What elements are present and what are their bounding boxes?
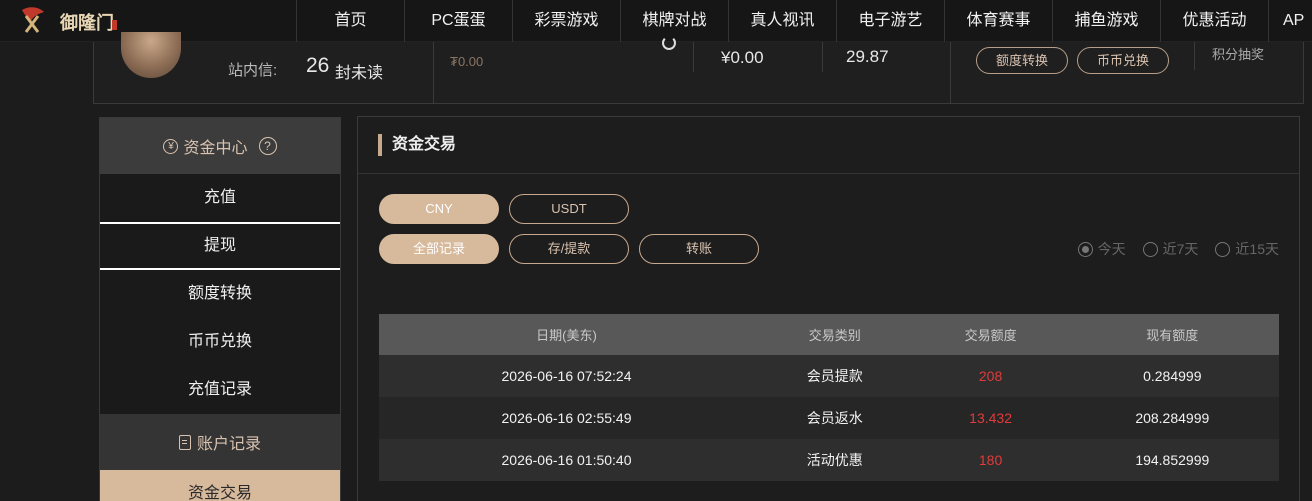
- sidebar-group-funds: ¥ 资金中心 ?: [100, 118, 340, 174]
- cell-balance: 0.284999: [1065, 355, 1279, 397]
- nav-item-app[interactable]: AP: [1268, 0, 1312, 42]
- range-label: 近15天: [1235, 241, 1279, 257]
- transactions-table: 日期(美东) 交易类别 交易额度 现有额度 2026-06-16 07:52:2…: [379, 314, 1279, 481]
- nav-item-slots[interactable]: 电子游艺: [836, 0, 944, 42]
- points-lottery-link[interactable]: 积分抽奖: [1212, 44, 1264, 63]
- radio-icon: [1077, 241, 1093, 257]
- yen-circle-icon: ¥: [163, 138, 179, 154]
- range-15-days[interactable]: 近15天: [1215, 239, 1279, 259]
- table-header-row: 日期(美东) 交易类别 交易额度 现有额度: [379, 314, 1279, 355]
- cell-type: 活动优惠: [754, 439, 916, 481]
- radio-icon: [1142, 241, 1158, 257]
- table-row: 2026-06-16 01:50:40 活动优惠 180 194.852999: [379, 439, 1279, 481]
- divider: [950, 42, 951, 103]
- tab-all-records[interactable]: 全部记录: [379, 234, 499, 264]
- cell-amount: 208: [915, 355, 1066, 397]
- divider: [358, 173, 1299, 174]
- nav-item-home[interactable]: 首页: [296, 0, 404, 42]
- cell-amount: 13.432: [915, 397, 1066, 439]
- wallet-balance: ¥0.00: [721, 48, 764, 67]
- column-header-type: 交易类别: [754, 314, 916, 355]
- date-range-selector: 今天 近7天 近15天: [1077, 239, 1279, 259]
- sidebar-item-withdraw[interactable]: 提现: [100, 222, 340, 270]
- column-header-date: 日期(美东): [379, 314, 755, 355]
- sidebar-item-currency-exchange[interactable]: 币币兑换: [100, 318, 340, 366]
- sidebar-item-deposit[interactable]: 充值: [100, 174, 340, 222]
- table-row: 2026-06-16 07:52:24 会员提款 208 0.284999: [379, 355, 1279, 397]
- sidebar: ¥ 资金中心 ? 充值 提现 额度转换 币币兑换 充值记录 账户记录 资金交易: [99, 117, 341, 501]
- unread-message-unit: 封未读: [335, 65, 384, 82]
- range-label: 今天: [1097, 241, 1126, 257]
- sidebar-item-deposit-records[interactable]: 充值记录: [100, 366, 340, 414]
- nav-item-sports[interactable]: 体育赛事: [944, 0, 1052, 42]
- refresh-icon[interactable]: [662, 36, 676, 50]
- top-navigation: 御隆门 首页 PC蛋蛋 彩票游戏 棋牌对战 真人视讯 电子游艺 体育赛事 捕鱼游…: [0, 0, 1312, 42]
- cell-date: 2026-06-16 01:50:40: [379, 439, 755, 481]
- tab-deposit-withdraw[interactable]: 存/提款: [509, 234, 629, 264]
- cell-date: 2026-06-16 02:55:49: [379, 397, 755, 439]
- divider: [822, 42, 823, 72]
- points-balance: 29.87: [846, 47, 889, 66]
- tab-cny[interactable]: CNY: [379, 194, 499, 224]
- sidebar-group-label: 账户记录: [196, 436, 261, 453]
- cell-balance: 208.284999: [1065, 397, 1279, 439]
- sidebar-item-quota-transfer[interactable]: 额度转换: [100, 270, 340, 318]
- sidebar-group-label: 资金中心: [183, 140, 248, 157]
- avatar[interactable]: [121, 32, 181, 78]
- column-header-balance: 现有额度: [1065, 314, 1279, 355]
- radio-icon: [1215, 241, 1231, 257]
- divider: [693, 42, 694, 72]
- range-7-days[interactable]: 近7天: [1142, 239, 1199, 259]
- divider: [433, 42, 434, 103]
- cell-amount: 180: [915, 439, 1066, 481]
- tab-usdt[interactable]: USDT: [509, 194, 629, 224]
- nav-item-live[interactable]: 真人视讯: [728, 0, 836, 42]
- message-label: 站内信:: [228, 62, 278, 79]
- divider: [1194, 42, 1195, 70]
- usdt-balance: ₮0.00: [450, 54, 484, 69]
- nav-item-cards[interactable]: 棋牌对战: [620, 0, 728, 42]
- quota-transfer-button[interactable]: 额度转换: [976, 47, 1068, 74]
- tab-transfer[interactable]: 转账: [639, 234, 759, 264]
- nav-item-fishing[interactable]: 捕鱼游戏: [1052, 0, 1160, 42]
- range-today[interactable]: 今天: [1077, 239, 1126, 259]
- cell-balance: 194.852999: [1065, 439, 1279, 481]
- unread-message-count[interactable]: 26: [306, 54, 329, 78]
- cell-type: 会员返水: [754, 397, 916, 439]
- page-title: 资金交易: [378, 134, 456, 156]
- nav-menu: 首页 PC蛋蛋 彩票游戏 棋牌对战 真人视讯 电子游艺 体育赛事 捕鱼游戏 优惠…: [296, 0, 1312, 42]
- help-icon[interactable]: ?: [258, 137, 277, 155]
- nav-item-pcegg[interactable]: PC蛋蛋: [404, 0, 512, 42]
- column-header-amount: 交易额度: [915, 314, 1066, 355]
- main-panel: 资金交易 CNY USDT 全部记录 存/提款 转账 今天 近7天 近15天 日…: [357, 116, 1300, 501]
- cell-type: 会员提款: [754, 355, 916, 397]
- currency-exchange-button[interactable]: 币币兑换: [1077, 47, 1169, 74]
- nav-item-promotions[interactable]: 优惠活动: [1160, 0, 1268, 42]
- logo-text: 御隆门: [59, 12, 114, 34]
- site-logo[interactable]: 御隆门: [18, 4, 118, 38]
- sidebar-item-fund-transactions[interactable]: 资金交易: [100, 470, 340, 501]
- sidebar-group-records: 账户记录: [100, 414, 340, 470]
- nav-item-lottery[interactable]: 彩票游戏: [512, 0, 620, 42]
- table-row: 2026-06-16 02:55:49 会员返水 13.432 208.2849…: [379, 397, 1279, 439]
- cell-date: 2026-06-16 07:52:24: [379, 355, 755, 397]
- document-icon: [178, 434, 191, 450]
- range-label: 近7天: [1162, 241, 1199, 257]
- account-summary: 站内信: 26 封未读 ₮0.00 ¥0.00 29.87 额度转换 币币兑换 …: [93, 32, 1304, 104]
